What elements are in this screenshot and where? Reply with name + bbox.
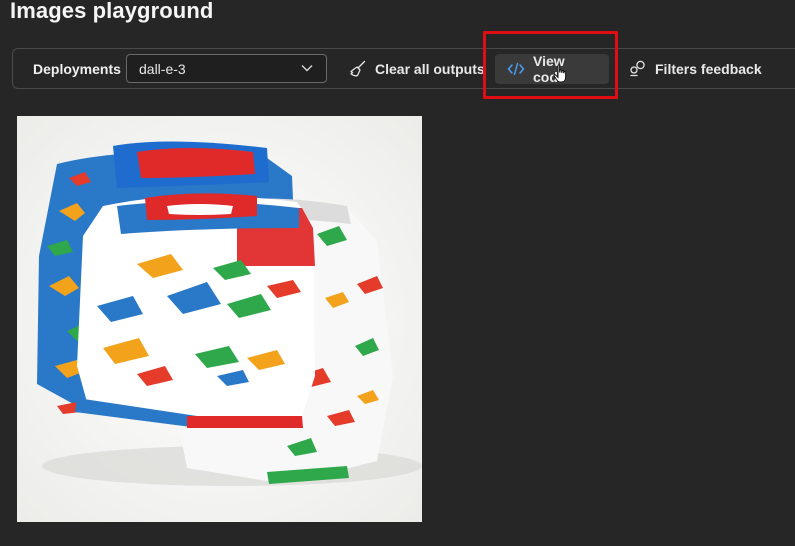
annotation-highlight-box — [483, 31, 618, 99]
toolbar: Deployments dall-e-3 Clear all outputs V… — [12, 48, 795, 89]
clear-all-outputs-label: Clear all outputs — [375, 61, 485, 77]
hand-cursor-icon — [553, 64, 567, 83]
filters-feedback-button[interactable]: Filters feedback — [621, 54, 770, 84]
broom-icon — [350, 60, 366, 77]
deployment-select[interactable]: dall-e-3 — [126, 54, 327, 83]
chevron-down-icon — [301, 65, 313, 72]
deployments-label: Deployments — [33, 61, 121, 77]
generated-image[interactable] — [17, 116, 422, 522]
page-title: Images playground — [10, 0, 214, 23]
filters-feedback-icon — [630, 60, 645, 77]
deployment-select-value: dall-e-3 — [139, 61, 186, 77]
dinosaur-pajamas-image — [17, 116, 422, 522]
clear-all-outputs-button[interactable]: Clear all outputs — [341, 54, 493, 84]
filters-feedback-label: Filters feedback — [655, 61, 762, 77]
